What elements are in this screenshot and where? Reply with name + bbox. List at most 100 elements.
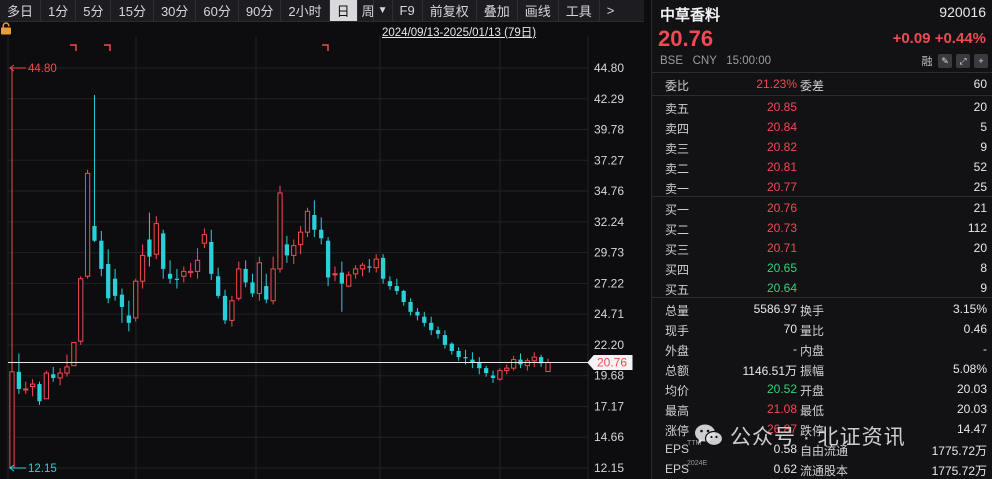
candle-body <box>352 268 359 275</box>
tools-button[interactable]: 工具 <box>559 0 600 21</box>
date-range[interactable]: 2024/09/13-2025/01/13 (79日) <box>382 24 536 40</box>
period-multi-day[interactable]: 多日 <box>0 0 42 21</box>
period-1min[interactable]: 1分 <box>41 0 77 21</box>
candle-body <box>250 282 255 294</box>
period-dropdown[interactable]: ▼ <box>374 0 393 21</box>
y-tick-label: 22.20 <box>594 338 624 352</box>
candle-body <box>304 210 311 233</box>
y-tick-label: 17.17 <box>594 399 624 413</box>
candle-body <box>188 270 194 274</box>
ask-qty: 20 <box>973 100 987 114</box>
stat-value: 0.62 <box>773 462 797 476</box>
candle-body <box>463 357 468 359</box>
candle-body <box>153 223 159 255</box>
candle-body <box>422 316 427 323</box>
candle-body <box>264 286 269 300</box>
last-price-tag-label: 20.76 <box>597 356 627 370</box>
candle-body <box>222 295 228 321</box>
period-2hour[interactable]: 2小时 <box>281 0 330 21</box>
margin-badge[interactable]: 融 <box>920 54 934 68</box>
stat-label: 换手 <box>800 304 825 318</box>
stat-label: 内盘 <box>800 344 825 358</box>
stat-row: 外盘 - 内盘 - <box>652 339 992 359</box>
bid-price: 20.64 <box>766 281 797 295</box>
candle-body <box>497 370 503 380</box>
stat-value: 1775.72万 <box>931 464 987 478</box>
event-marker <box>70 44 77 51</box>
expand-icon[interactable]: ⤢ <box>956 54 970 68</box>
period-15min[interactable]: 15分 <box>111 0 154 21</box>
candle-body <box>270 268 276 302</box>
stat-label: 振幅 <box>800 364 825 378</box>
watermark-text: 公众号 · 北证资讯 <box>730 426 906 449</box>
edit-icon[interactable]: ✎ <box>938 54 952 68</box>
bid-row: 买一 20.76 21 <box>652 198 992 218</box>
candle-body <box>174 278 180 280</box>
more-button[interactable]: > <box>600 0 622 21</box>
bid-price: 20.65 <box>766 261 797 275</box>
candle-body <box>524 360 531 367</box>
candle-body <box>504 367 510 372</box>
candle-body <box>256 262 263 294</box>
stock-name: 中草香料 <box>660 7 721 24</box>
candle-body <box>99 240 104 269</box>
bid-row: 买三 20.71 20 <box>652 238 992 258</box>
ask-price: 20.77 <box>766 180 797 194</box>
period-60min[interactable]: 60分 <box>196 0 239 21</box>
period-day[interactable]: 日 <box>329 0 358 21</box>
candle-body <box>29 383 36 388</box>
ask-row: 卖三 20.82 9 <box>652 137 992 157</box>
kline-chart[interactable]: 44.80 42.29 39.78 37.27 34.76 32.24 29.73 27.22… <box>0 22 644 479</box>
bid-price: 20.73 <box>766 221 797 235</box>
high-marker-label: 44.80 <box>28 63 57 75</box>
stat-value: - <box>793 342 797 356</box>
y-tick-label: 24.71 <box>594 307 624 321</box>
lock-icon[interactable] <box>0 22 12 35</box>
candle-body <box>106 264 111 299</box>
stat-value: 3.15% <box>952 302 987 316</box>
period-90min[interactable]: 90分 <box>239 0 282 21</box>
candle-body <box>181 270 187 277</box>
candle-body <box>346 274 352 287</box>
candle-body <box>64 366 70 374</box>
candle-body <box>325 240 331 278</box>
ask-price: 20.85 <box>766 100 797 114</box>
bid-qty: 112 <box>967 221 987 235</box>
candle-body <box>449 343 454 352</box>
period-week[interactable]: 周 <box>358 0 374 21</box>
ask-price: 20.82 <box>766 140 797 154</box>
period-5min[interactable]: 5分 <box>76 0 112 21</box>
candle-body <box>291 245 297 256</box>
ask-qty: 9 <box>980 140 987 154</box>
bid-row: 买二 20.73 112 <box>652 218 992 238</box>
add-icon[interactable]: + <box>974 54 988 68</box>
candle-body <box>43 372 49 400</box>
y-tick-label: 32.24 <box>594 215 624 229</box>
candle-body <box>297 231 304 245</box>
stock-code: 920016 <box>939 4 986 20</box>
adjust-button[interactable]: 前复权 <box>423 0 477 21</box>
period-toolbar: 多日 1分 5分 15分 30分 60分 90分 2小时 日 周 ▼ F9 前复… <box>0 0 644 22</box>
candle-body <box>367 266 372 268</box>
bid-row: 买四 20.65 8 <box>652 258 992 278</box>
candle-body <box>229 300 235 321</box>
candle-body <box>415 311 420 316</box>
period-30min[interactable]: 30分 <box>154 0 197 21</box>
overlay-button[interactable]: 叠加 <box>477 0 518 21</box>
change-percent: +0.44% <box>934 30 986 47</box>
draw-button[interactable]: 画线 <box>518 0 559 21</box>
candle-body <box>429 322 434 331</box>
candle-body <box>284 244 290 256</box>
stat-label: 量比 <box>800 324 825 338</box>
stat-label: 开盘 <box>800 384 825 398</box>
stat-row: 最高 21.08 最低 20.03 <box>652 399 992 419</box>
candle-body <box>139 254 146 282</box>
f9-button[interactable]: F9 <box>393 0 423 21</box>
y-tick-label: 44.80 <box>594 61 624 75</box>
stat-value: 1775.72万 <box>931 444 987 458</box>
y-tick-label: 19.68 <box>594 369 624 383</box>
kline-svg[interactable]: 44.80 42.29 39.78 37.27 34.76 32.24 29.73 27.22… <box>0 22 644 479</box>
candle-body <box>511 359 517 369</box>
candle-body <box>470 359 475 363</box>
stat-value: 1146.51万 <box>742 364 798 378</box>
